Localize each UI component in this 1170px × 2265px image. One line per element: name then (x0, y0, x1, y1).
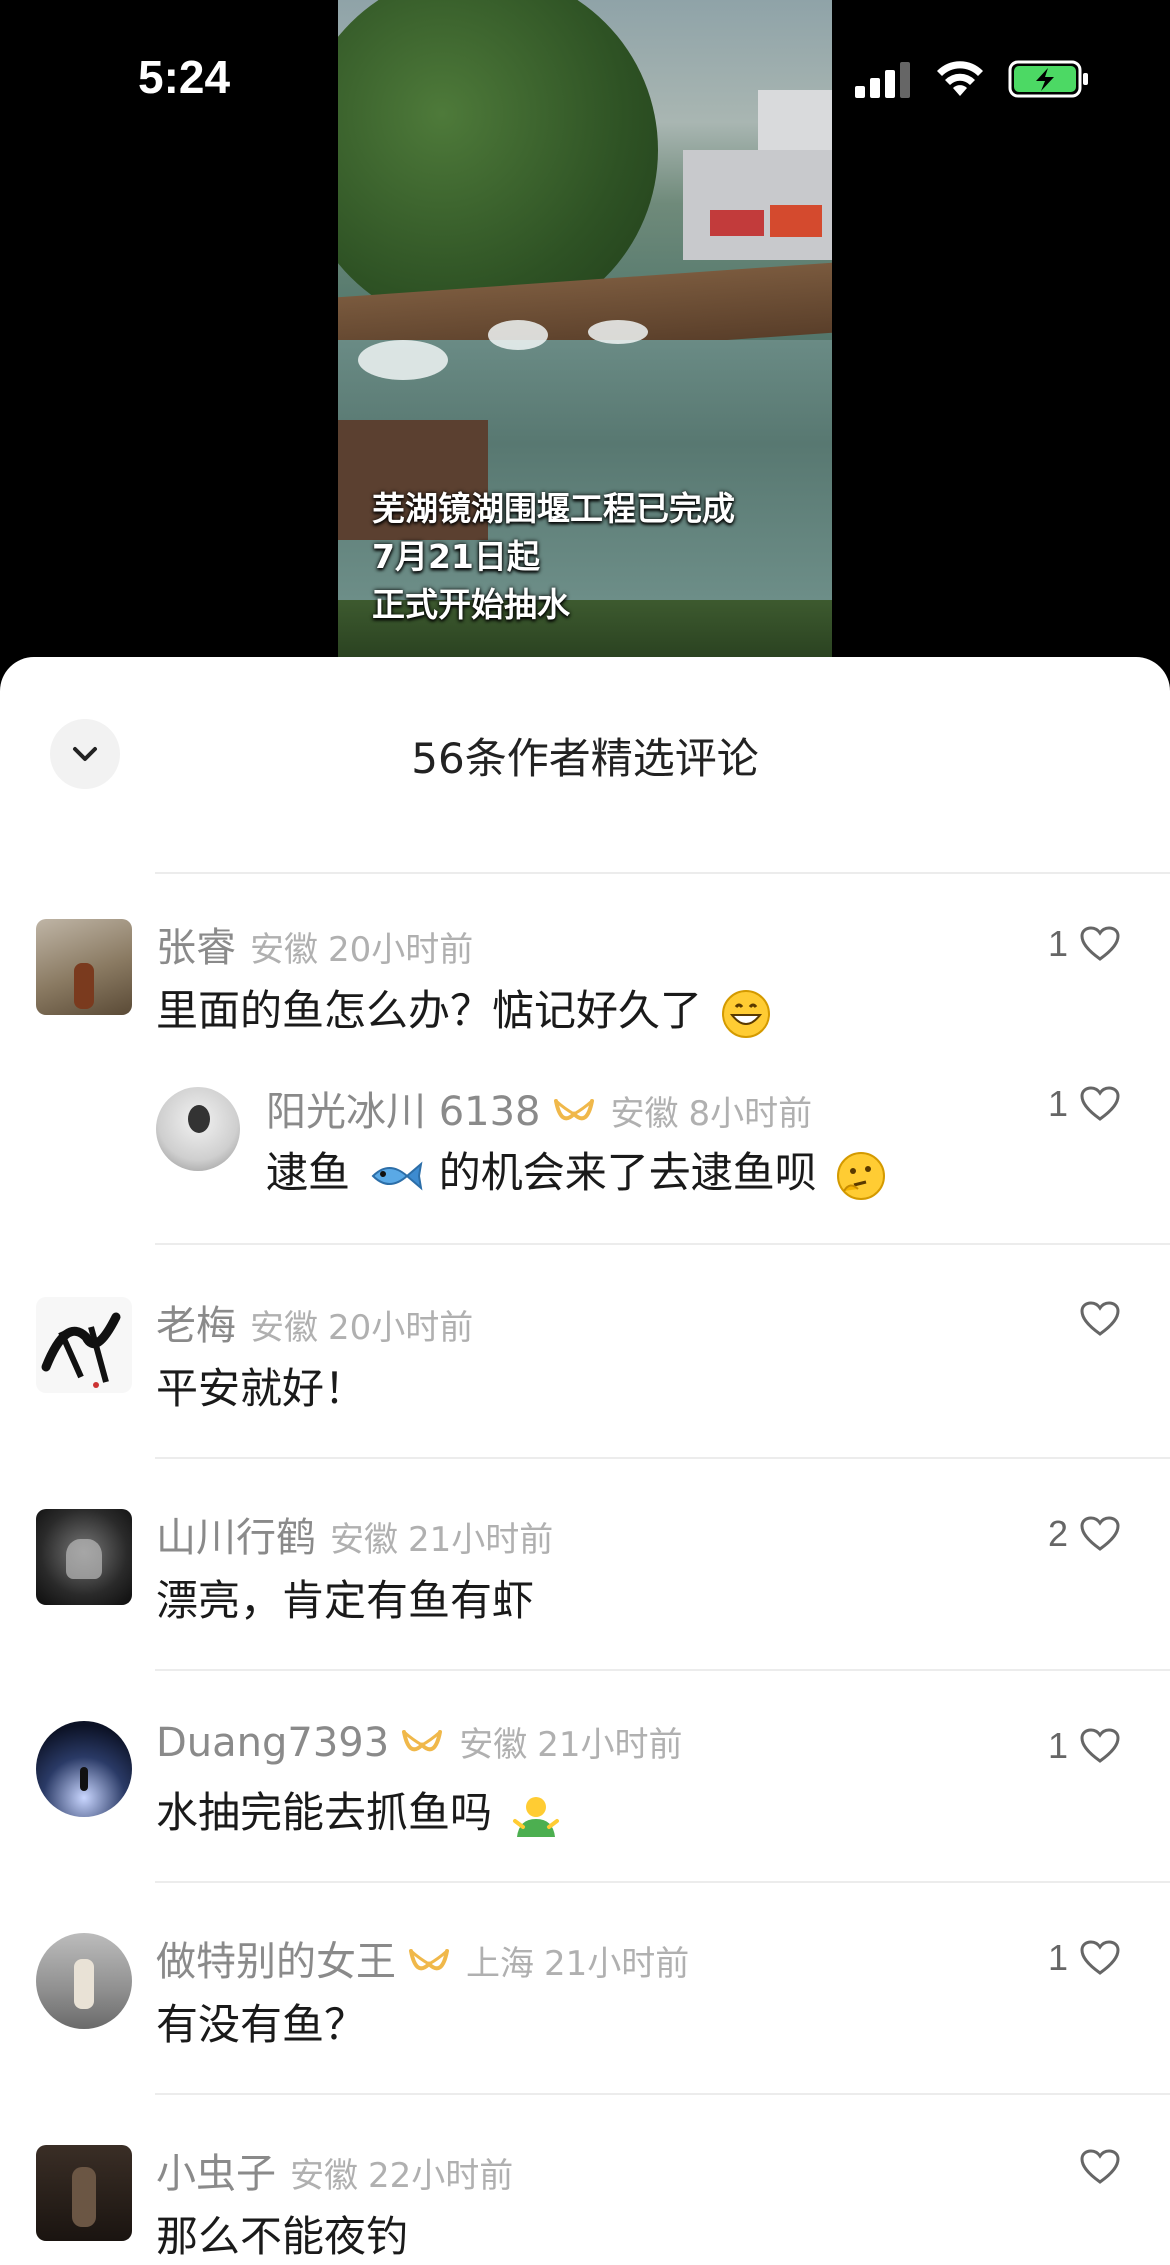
username[interactable]: 山川行鹤 (156, 1515, 316, 1561)
comment-meta: 阳光冰川 6138 安徽 8小时前 (266, 1079, 812, 1137)
member-badge-icon (402, 1730, 443, 1752)
billboard (710, 210, 764, 236)
timestamp: 20小时前 (328, 1308, 474, 1348)
fish-emoji (371, 1160, 423, 1191)
divider (155, 2093, 1170, 2095)
like-count: 1 (1047, 1083, 1068, 1124)
heart-outline-icon[interactable] (1080, 926, 1120, 962)
comment-text: 有没有鱼？ (156, 2000, 367, 2049)
like-control[interactable]: 2 (1048, 1513, 1120, 1555)
battery-charging-icon (1008, 60, 1088, 98)
cellular-signal-icon (855, 62, 910, 98)
like-count: 1 (1047, 923, 1068, 964)
heart-outline-icon[interactable] (1080, 1940, 1120, 1976)
comments-sheet[interactable]: 56条作者精选评论 张睿 安徽 20小时前 里面的鱼怎么办？惦记好久了 1 阳光… (0, 657, 1170, 2265)
comment-text-content: 的机会来了去逮鱼呗 (438, 1148, 817, 1197)
like-control[interactable]: 1 (1048, 1083, 1120, 1125)
comment-meta: Duang7393 安徽 21小时前 (156, 1717, 682, 1766)
avatar[interactable] (36, 1721, 132, 1817)
comment-meta: 做特别的女王 上海 21小时前 (156, 1929, 689, 1987)
video-frame[interactable]: 芜湖镜湖围堰工程已完成 7月21日起 正式开始抽水 (338, 0, 832, 680)
billboard (770, 205, 822, 237)
avatar[interactable] (36, 1509, 132, 1605)
avatar[interactable] (36, 1297, 132, 1393)
heart-outline-icon[interactable] (1080, 1086, 1120, 1122)
comment-text: 那么不能夜钓 (156, 2212, 409, 2261)
water-jet (588, 320, 648, 344)
divider (155, 1457, 1170, 1459)
divider (155, 872, 1170, 874)
divider (155, 1881, 1170, 1883)
timestamp: 21小时前 (544, 1944, 690, 1984)
location: 安徽 (330, 1520, 398, 1560)
comment-text-content: 逮鱼 (266, 1148, 351, 1197)
username[interactable]: 小虫子 (156, 2151, 276, 2197)
comments-title: 56条作者精选评论 (411, 734, 759, 783)
comment-text: 漂亮，肯定有鱼有虾 (156, 1576, 535, 1625)
like-count: 1 (1047, 1937, 1068, 1978)
member-badge-icon (409, 1949, 449, 1971)
like-control[interactable]: 1 (1048, 1725, 1120, 1767)
timestamp: 21小时前 (408, 1520, 554, 1560)
comment-text: 逮鱼 的机会来了去逮鱼呗 (266, 1139, 886, 1201)
divider (155, 1669, 1170, 1671)
like-control[interactable]: 1 (1048, 923, 1120, 965)
caption-line: 正式开始抽水 (372, 585, 570, 624)
heart-outline-icon[interactable] (1080, 1516, 1120, 1552)
avatar[interactable] (36, 919, 132, 1015)
timestamp: 21小时前 (537, 1725, 683, 1765)
timestamp: 20小时前 (328, 930, 474, 970)
comment-meta: 张睿 安徽 20小时前 (156, 915, 473, 973)
member-badge-icon (553, 1099, 594, 1121)
water-jet (488, 320, 548, 350)
heart-outline-icon[interactable] (1080, 1728, 1120, 1764)
comment-text: 平安就好！ (156, 1364, 367, 1413)
like-control[interactable] (1068, 2149, 1120, 2185)
divider (155, 1243, 1170, 1245)
comment-meta: 小虫子 安徽 22小时前 (156, 2141, 513, 2199)
thinking-face-emoji (837, 1151, 886, 1200)
like-control[interactable]: 1 (1048, 1937, 1120, 1979)
location: 上海 (466, 1944, 534, 1984)
like-control[interactable] (1068, 1301, 1120, 1337)
comment-text-content: 里面的鱼怎么办？惦记好久了 (156, 986, 703, 1035)
heart-outline-icon[interactable] (1080, 1301, 1120, 1337)
username[interactable]: Duang7393 (156, 1720, 389, 1766)
location: 安徽 (610, 1094, 679, 1134)
avatar[interactable] (36, 2145, 132, 2241)
person-shrugging-emoji (513, 1796, 560, 1837)
location: 安徽 (250, 1308, 318, 1348)
water-jet (358, 340, 448, 380)
grinning-face-emoji (722, 989, 771, 1038)
status-time: 5:24 (138, 51, 231, 103)
calligraphy-avatar-image (41, 1312, 121, 1388)
like-count: 1 (1047, 1725, 1068, 1766)
caption-line: 芜湖镜湖围堰工程已完成 (372, 489, 735, 528)
video-caption: 芜湖镜湖围堰工程已完成 7月21日起 正式开始抽水 (372, 485, 735, 629)
location: 安徽 (250, 930, 318, 970)
caption-line: 7月21日起 (372, 537, 540, 576)
username[interactable]: 张睿 (156, 925, 236, 971)
username[interactable]: 做特别的女王 (156, 1939, 396, 1985)
timestamp: 22小时前 (368, 2156, 514, 2196)
avatar[interactable] (36, 1933, 132, 2029)
username[interactable]: 老梅 (156, 1303, 236, 1349)
location: 安徽 (290, 2156, 358, 2196)
comment-meta: 山川行鹤 安徽 21小时前 (156, 1505, 553, 1563)
username[interactable]: 阳光冰川 6138 (266, 1089, 541, 1135)
wifi-icon (937, 61, 983, 96)
like-count: 2 (1047, 1513, 1068, 1554)
comment-text: 里面的鱼怎么办？惦记好久了 (156, 977, 771, 1039)
timestamp: 8小时前 (688, 1094, 813, 1134)
avatar[interactable] (156, 1087, 240, 1171)
heart-outline-icon[interactable] (1080, 2149, 1120, 2185)
comment-meta: 老梅 安徽 20小时前 (156, 1293, 473, 1351)
comment-text: 水抽完能去抓鱼吗 (156, 1779, 561, 1841)
comment-text-content: 水抽完能去抓鱼吗 (156, 1788, 493, 1837)
location: 安徽 (459, 1725, 528, 1765)
